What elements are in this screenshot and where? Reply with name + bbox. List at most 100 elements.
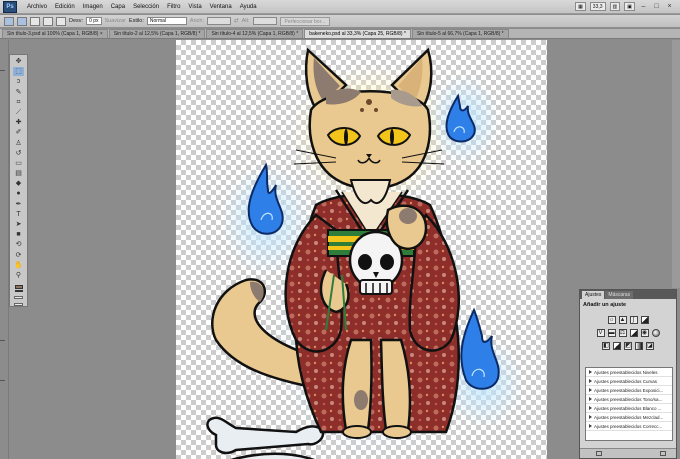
swap-icon[interactable]: ⇄ [234, 18, 239, 24]
new-selection-icon[interactable] [17, 16, 27, 26]
healing-tool-icon[interactable]: ✚ [13, 118, 24, 127]
antialias-checkbox[interactable]: Suavizar [105, 18, 126, 24]
bakeneko-artwork [206, 47, 523, 459]
background-color-swatch[interactable] [14, 289, 23, 293]
color-balance-icon[interactable]: ⚖ [618, 329, 627, 337]
panel-expand-icon[interactable] [660, 451, 666, 456]
refine-edge-button[interactable]: Perfeccionar bor... [279, 16, 331, 26]
quick-mask-icon[interactable] [14, 296, 23, 300]
panel-footer [580, 448, 676, 458]
black-white-icon[interactable] [629, 329, 638, 337]
clone-stamp-tool-icon[interactable]: ♙ [13, 139, 24, 148]
tab-doc-2[interactable]: Sin título-2 al 12,5% (Capa 1, RGB/8) * [108, 29, 206, 38]
tab-doc-5[interactable]: Sin título-5 al 66,7% (Capa 1, RGB/8) * [411, 29, 509, 38]
gradient-map-icon[interactable] [635, 342, 643, 350]
hue-saturation-icon[interactable]: ▬ [607, 329, 616, 337]
tab-doc-3[interactable]: Sin título-4 al 12,5% (Capa 1, RGB/8) * [206, 29, 304, 38]
dodge-tool-icon[interactable]: ● [13, 189, 24, 198]
brightness-icon[interactable]: ☼ [607, 316, 616, 324]
list-item[interactable]: Ajustes preestablecidos Blanco ... [586, 404, 672, 413]
menu-edicion[interactable]: Edición [51, 0, 79, 14]
vibrance-icon[interactable]: V [596, 329, 605, 337]
intersect-selection-icon[interactable] [56, 16, 66, 26]
screen-mode-icon[interactable]: ▣ [624, 2, 635, 11]
lasso-tool-icon[interactable]: ↄ [13, 77, 24, 86]
menubar-right: ▦ 33,3 ▥ ▣ – □ × [575, 2, 680, 11]
panel-title: Añadir un ajuste [583, 302, 627, 308]
blur-tool-icon[interactable]: ◆ [13, 179, 24, 188]
list-item[interactable]: Ajustes preestablecidos Tono/sa... [586, 395, 672, 404]
adjustments-panel: Ajustes Máscaras Añadir un ajuste ☼ ▲ ∫ … [579, 289, 677, 459]
levels-icon[interactable]: ▲ [618, 316, 627, 324]
move-tool-icon[interactable]: ✥ [13, 57, 24, 66]
quick-select-tool-icon[interactable]: ✎ [13, 88, 24, 97]
feather-input[interactable]: 0 px [86, 17, 102, 25]
list-item[interactable]: Ajustes preestablecidos Exposici... [586, 386, 672, 395]
marquee-tool-icon[interactable]: ⬚ [13, 67, 24, 77]
menu-seleccion[interactable]: Selección [129, 0, 163, 14]
add-selection-icon[interactable] [30, 16, 40, 26]
style-label: Estilo: [128, 18, 144, 24]
bridge-icon[interactable]: ▦ [575, 2, 586, 11]
3d-tool-icon[interactable]: ⟲ [13, 240, 24, 249]
menu-ayuda[interactable]: Ayuda [236, 0, 261, 14]
exposure-icon[interactable] [640, 316, 649, 324]
tab-ajustes[interactable]: Ajustes [582, 291, 605, 299]
panel-tabs: Ajustes Máscaras [580, 290, 676, 299]
channel-mixer-icon[interactable] [651, 329, 660, 337]
history-brush-tool-icon[interactable]: ↺ [13, 149, 24, 158]
invert-icon[interactable]: ◧ [602, 342, 610, 350]
height-input[interactable] [252, 17, 277, 25]
document-canvas[interactable] [176, 40, 547, 459]
maximize-icon[interactable]: □ [652, 2, 661, 11]
photo-filter-icon[interactable]: ◉ [640, 329, 649, 337]
document-tabs: Sin título-3.psd al 100% (Capa 1, RGB/8)… [0, 29, 680, 39]
close-icon[interactable]: × [665, 2, 674, 11]
gradient-tool-icon[interactable]: ▤ [13, 169, 24, 178]
zoom-level[interactable]: 33,3 [589, 2, 606, 11]
menu-vista[interactable]: Vista [184, 0, 205, 14]
list-item[interactable]: Ajustes preestablecidos Mezclad... [586, 413, 672, 422]
foreground-color-swatch[interactable] [14, 285, 23, 289]
minimize-icon[interactable]: – [639, 2, 648, 11]
width-input[interactable] [206, 17, 231, 25]
list-item[interactable]: Ajustes preestablecidos Curvas [586, 377, 672, 386]
3d-camera-tool-icon[interactable]: ⟳ [13, 251, 24, 260]
menu-capa[interactable]: Capa [107, 0, 129, 14]
screen-mode-toolbox-icon[interactable] [14, 303, 23, 306]
pen-tool-icon[interactable]: ✒ [13, 200, 24, 209]
tab-mascaras[interactable]: Máscaras [605, 291, 634, 299]
arrange-icon[interactable]: ▥ [609, 2, 621, 11]
adjust-icons-row-1: ☼ ▲ ∫ [580, 316, 676, 324]
photoshop-logo: Ps [3, 0, 17, 13]
threshold-icon[interactable]: ◩ [624, 342, 632, 350]
options-bar: Desv: 0 px Suavizar Estilo: Normal Anch:… [0, 15, 680, 28]
crop-tool-icon[interactable]: ⌗ [13, 98, 24, 107]
path-select-tool-icon[interactable]: ➤ [13, 220, 24, 229]
tab-doc-bakeneko[interactable]: bakeneko.psd al 33,3% (Capa 25, RGB/8) * [304, 29, 411, 38]
right-dock-strip [672, 40, 680, 288]
subtract-selection-icon[interactable] [43, 16, 53, 26]
selective-color-icon[interactable]: ◪ [646, 342, 654, 350]
eyedropper-tool-icon[interactable]: ⟋ [13, 108, 24, 117]
preset-list: Ajustes preestablecidos Niveles Ajustes … [585, 367, 673, 441]
list-item[interactable]: Ajustes preestablecidos Niveles [586, 368, 672, 377]
menu-archivo[interactable]: Archivo [23, 0, 51, 14]
left-dock [0, 40, 9, 459]
curves-icon[interactable]: ∫ [629, 316, 638, 324]
posterize-icon[interactable] [613, 342, 621, 350]
eraser-tool-icon[interactable]: ▭ [13, 159, 24, 168]
type-tool-icon[interactable]: T [13, 210, 24, 219]
list-item[interactable]: Ajustes preestablecidos Correcc... [586, 422, 672, 431]
brush-tool-icon[interactable]: ✐ [13, 128, 24, 137]
menu-filtro[interactable]: Filtro [163, 0, 184, 14]
menu-imagen[interactable]: Imagen [79, 0, 107, 14]
shape-tool-icon[interactable]: ■ [13, 230, 24, 239]
tab-doc-1[interactable]: Sin título-3.psd al 100% (Capa 1, RGB/8)… [2, 29, 108, 38]
panel-mode-icon[interactable] [596, 451, 602, 456]
zoom-tool-icon[interactable]: ⚲ [13, 271, 24, 280]
menu-ventana[interactable]: Ventana [206, 0, 236, 14]
style-select[interactable]: Normal [146, 17, 187, 25]
marquee-preset-icon[interactable] [4, 16, 14, 26]
hand-tool-icon[interactable]: ✋ [13, 261, 24, 270]
